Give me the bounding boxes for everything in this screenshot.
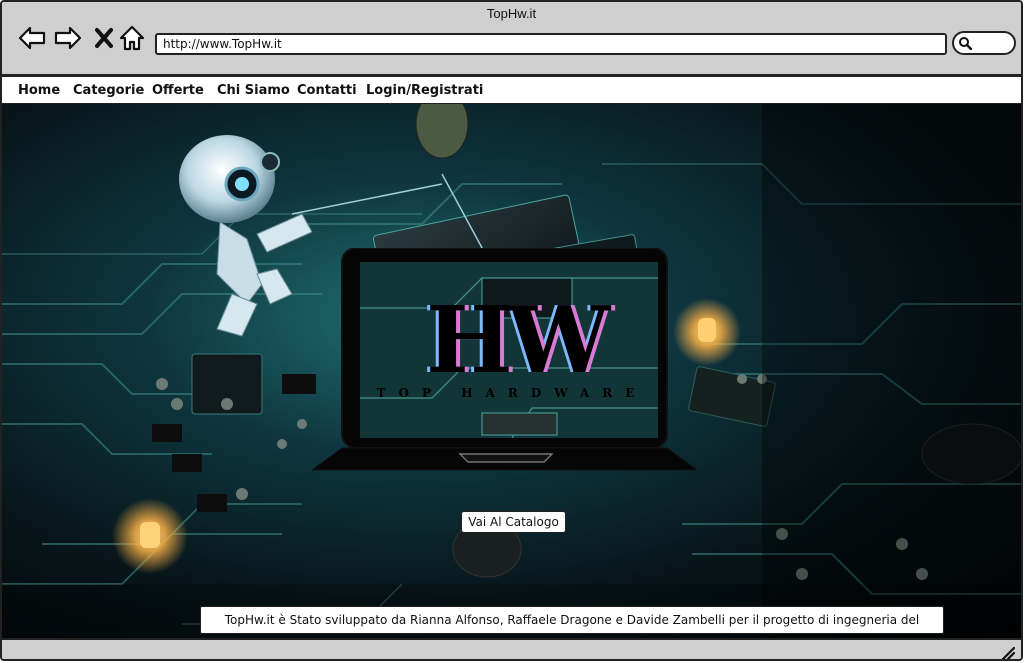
back-icon (18, 26, 46, 50)
catalog-button[interactable]: Vai Al Catalogo (461, 511, 566, 533)
menu-item-contatti[interactable]: Contatti (297, 83, 357, 98)
title-bar: TopHw.it http://www.TopHw.it (2, 2, 1021, 76)
forward-button[interactable] (54, 24, 82, 52)
resize-grip-icon[interactable] (1001, 646, 1015, 660)
credits-text: TopHw.it è Stato sviluppato da Rianna Al… (200, 606, 944, 634)
search-box[interactable] (952, 31, 1016, 55)
menu-item-categorie[interactable]: Categorie (73, 83, 144, 98)
home-icon (119, 25, 145, 51)
menu-item-login[interactable]: Login/Registrati (366, 83, 483, 98)
close-icon (95, 28, 113, 48)
stop-button[interactable] (90, 24, 118, 52)
back-button[interactable] (18, 24, 46, 52)
menu-item-chi-siamo[interactable]: Chi Siamo (217, 83, 290, 98)
main-menu: Home Categorie Offerte Chi Siamo Contatt… (2, 76, 1021, 105)
hw-logo-tagline: TOP HARDWARE (376, 386, 648, 400)
hw-logo: HW (425, 286, 610, 394)
menu-item-offerte[interactable]: Offerte (152, 83, 204, 98)
forward-icon (54, 26, 82, 50)
home-button[interactable] (118, 24, 146, 52)
status-bar (2, 638, 1021, 660)
menu-item-home[interactable]: Home (18, 83, 60, 98)
hero-section: HW TOP HARDWARE Vai Al Catalogo TopHw.it… (2, 104, 1021, 638)
search-icon (959, 37, 972, 50)
window-title: TopHw.it (486, 6, 537, 21)
url-input[interactable]: http://www.TopHw.it (155, 33, 947, 55)
browser-window: TopHw.it http://www.TopHw.it Home Catego… (0, 0, 1023, 661)
